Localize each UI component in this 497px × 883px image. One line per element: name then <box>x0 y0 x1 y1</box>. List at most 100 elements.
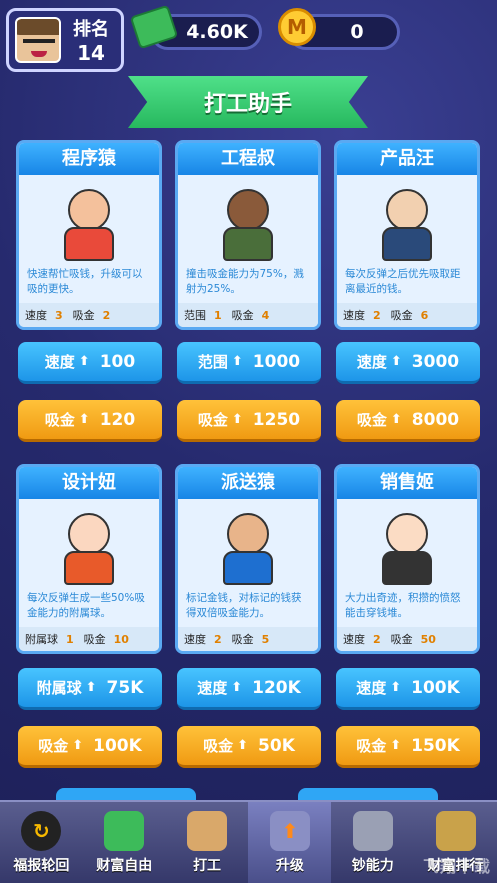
button-label: 速度 <box>44 353 75 371</box>
nav-item-cash-power[interactable]: 钞能力 <box>331 802 414 883</box>
button-label: 范围 <box>197 353 228 371</box>
button-cost: 1000 <box>252 351 301 372</box>
stat1-label: 速度 <box>25 309 47 322</box>
helper-card-delivery: 派送猿 标记金钱，对标记的钱获得双倍吸金能力。 速度 2 吸金 5 <box>175 464 321 654</box>
button-label: 速度 <box>197 679 228 697</box>
rank-info: 排名 14 <box>61 15 121 65</box>
delivery-character <box>213 507 283 587</box>
button-cost: 75K <box>106 677 144 698</box>
button-cost: 8000 <box>411 409 460 430</box>
nav-item-financial-freedom[interactable]: 财富自由 <box>83 802 166 883</box>
stat2-label: 吸金 <box>390 309 413 322</box>
upgrade-orb-button[interactable]: 附属球 ⬆ 75K <box>18 668 162 710</box>
stat2-value: 6 <box>420 308 429 322</box>
button-label: 吸金 <box>197 411 228 429</box>
stat1-label: 速度 <box>343 633 365 646</box>
button-cost: 100 <box>99 351 136 372</box>
nav-item-work[interactable]: 打工 <box>166 802 249 883</box>
nav-label: 打工 <box>193 858 222 874</box>
helper-card-programmer: 程序猿 快速帮忙吸钱，升级可以吸的更快。 速度 3 吸金 2 <box>16 140 162 330</box>
up-arrow-icon: ⬆ <box>78 354 90 369</box>
card-title: 产品汪 <box>337 143 477 175</box>
cash-machine-icon <box>352 811 393 851</box>
coin-icon: M <box>278 8 316 46</box>
button-cost: 50K <box>258 735 295 756</box>
nav-label: 升级 <box>275 858 304 874</box>
stat1-value: 2 <box>373 308 381 322</box>
card-stats: 范围 1 吸金 4 <box>178 303 318 327</box>
stat1-value: 2 <box>214 632 222 646</box>
upgrade-income-button[interactable]: 吸金 ⬆ 50K <box>177 726 321 768</box>
up-arrow-icon: ⬆ <box>390 354 402 369</box>
stat2-label: 吸金 <box>231 633 254 646</box>
stat2-value: 10 <box>113 632 129 646</box>
button-cost: 100K <box>93 735 142 756</box>
stat2-label: 吸金 <box>72 309 95 322</box>
nav-label: 福报轮回 <box>13 858 70 874</box>
product-character <box>372 183 442 263</box>
programmer-character <box>54 183 124 263</box>
player-avatar[interactable] <box>15 17 61 63</box>
card-stats: 速度 2 吸金 50 <box>337 627 477 651</box>
up-arrow-icon: ⬆ <box>231 354 243 369</box>
card-title: 工程叔 <box>178 143 318 175</box>
upgrade-income-button[interactable]: 吸金 ⬆ 1250 <box>177 400 321 442</box>
box-icon <box>187 811 228 851</box>
nav-item-upgrade[interactable]: ⬆ 升级 <box>248 802 332 883</box>
stat1-label: 速度 <box>343 309 365 322</box>
engineer-character <box>213 183 283 263</box>
helper-card-designer: 设计妞 每次反弹生成一些50%吸金能力的附属球。 附属球 1 吸金 10 <box>16 464 162 654</box>
button-label: 速度 <box>356 679 387 697</box>
money-wings-icon <box>104 811 145 851</box>
card-stats: 速度 3 吸金 2 <box>19 303 159 327</box>
bottom-nav: ↻ 福报轮回 财富自由 打工 ⬆ 升级 钞能力 财富排行 飞翔下载 <box>0 800 497 883</box>
stat1-label: 速度 <box>184 633 206 646</box>
upgrade-speed-button[interactable]: 速度 ⬆ 120K <box>177 668 321 710</box>
up-arrow-icon: ⬆ <box>390 412 402 427</box>
card-description: 撞击吸金能力为75%，溅射为25%。 <box>186 268 304 295</box>
card-description: 每次反弹之后优先吸取距离最近的钱。 <box>345 268 461 295</box>
nav-label: 财富自由 <box>96 858 153 874</box>
upgrade-speed-button[interactable]: 速度 ⬆ 100 <box>18 342 162 384</box>
card-description: 每次反弹生成一些50%吸金能力的附属球。 <box>27 592 145 619</box>
stat2-value: 2 <box>102 308 111 322</box>
button-label: 吸金 <box>44 411 75 429</box>
card-stats: 速度 2 吸金 5 <box>178 627 318 651</box>
upgrade-income-button[interactable]: 吸金 ⬆ 8000 <box>336 400 480 442</box>
helper-card-product: 产品汪 每次反弹之后优先吸取距离最近的钱。 速度 2 吸金 6 <box>334 140 480 330</box>
stat1-label: 附属球 <box>25 633 58 646</box>
button-cost: 150K <box>411 735 460 756</box>
stat2-value: 4 <box>261 308 270 322</box>
designer-character <box>54 507 124 587</box>
button-label: 吸金 <box>356 411 387 429</box>
rank-panel[interactable]: 排名 14 <box>6 8 124 72</box>
stat2-label: 吸金 <box>83 633 106 646</box>
nav-item-reincarnation[interactable]: ↻ 福报轮回 <box>0 802 83 883</box>
up-arrow-icon: ⬆ <box>72 738 84 753</box>
up-arrow-icon: ⬆ <box>85 680 97 695</box>
upgrade-range-button[interactable]: 范围 ⬆ 1000 <box>177 342 321 384</box>
button-cost: 120 <box>99 409 136 430</box>
stat1-value: 1 <box>66 632 74 646</box>
button-label: 吸金 <box>203 737 234 755</box>
stat1-label: 范围 <box>184 309 206 322</box>
card-title: 销售姬 <box>337 467 477 499</box>
stat1-value: 2 <box>373 632 381 646</box>
card-description: 快速帮忙吸钱，升级可以吸的更快。 <box>27 268 143 295</box>
button-label: 速度 <box>356 353 387 371</box>
upgrade-income-button[interactable]: 吸金 ⬆ 120 <box>18 400 162 442</box>
button-cost: 120K <box>252 677 301 698</box>
cash-value: 4.60K <box>186 21 248 43</box>
card-stats: 速度 2 吸金 6 <box>337 303 477 327</box>
upgrade-income-button[interactable]: 吸金 ⬆ 150K <box>336 726 480 768</box>
wheel-icon: ↻ <box>21 811 62 851</box>
up-arrow-icon: ⬆ <box>231 412 243 427</box>
button-cost: 100K <box>411 677 460 698</box>
button-cost: 1250 <box>252 409 301 430</box>
upgrade-speed-button[interactable]: 速度 ⬆ 3000 <box>336 342 480 384</box>
upgrade-speed-button[interactable]: 速度 ⬆ 100K <box>336 668 480 710</box>
stat1-value: 3 <box>55 308 63 322</box>
sales-character <box>372 507 442 587</box>
ranking-icon <box>435 811 476 851</box>
upgrade-income-button[interactable]: 吸金 ⬆ 100K <box>18 726 162 768</box>
